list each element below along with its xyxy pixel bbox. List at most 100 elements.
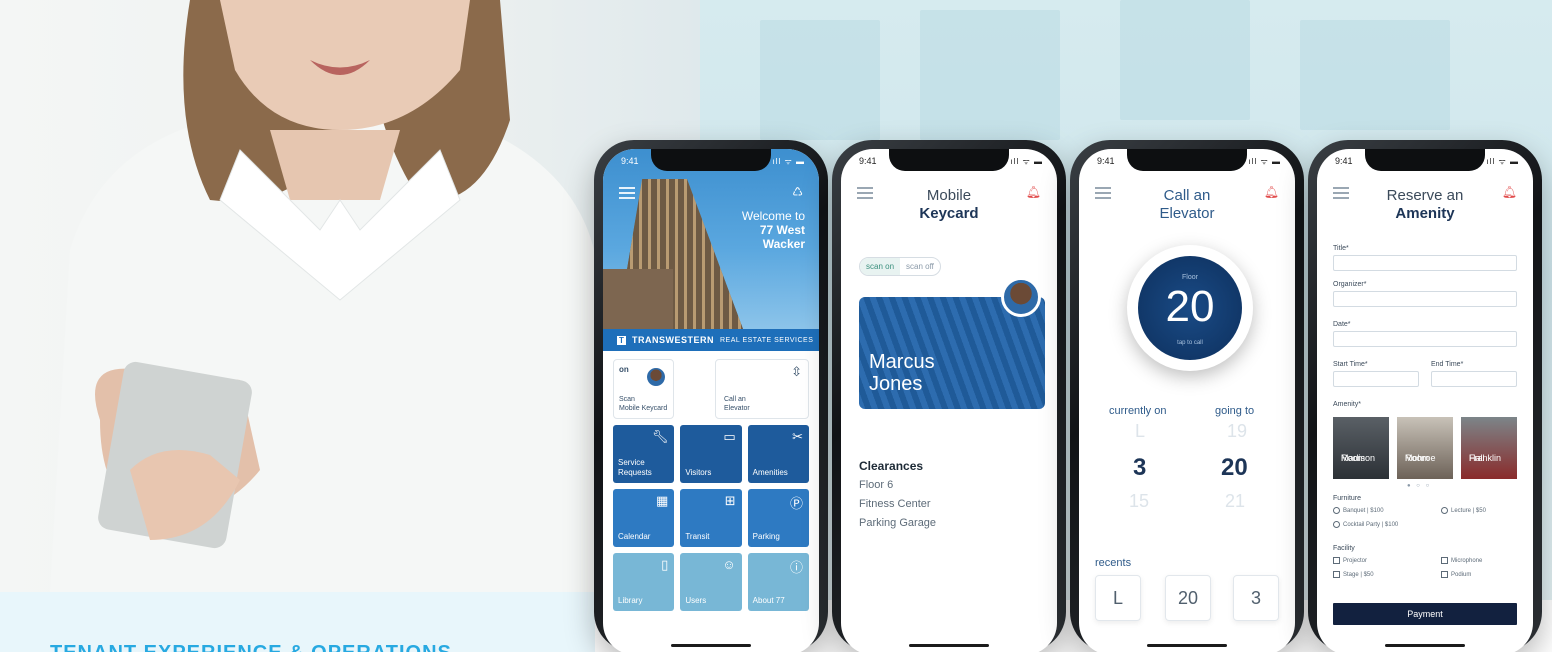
avatar xyxy=(1001,277,1041,317)
going-to-heading: going to xyxy=(1215,405,1255,417)
facility-label: Facility xyxy=(1333,545,1355,552)
welcome-text: Welcome to 77 West Wacker xyxy=(742,209,805,251)
status-icons: ıll ᯤ ▬ xyxy=(1248,157,1281,166)
facility-option[interactable]: Stage | $50 xyxy=(1333,571,1374,578)
tile-amenities[interactable]: ✂ Amenities xyxy=(747,425,809,483)
going-next[interactable]: 21 xyxy=(1225,491,1245,512)
call-elevator-button[interactable]: Floor 20 tap to call xyxy=(1127,245,1253,371)
home-indicator xyxy=(909,644,989,647)
furniture-label: Furniture xyxy=(1333,495,1362,502)
wrench-icon: 🔧︎ xyxy=(651,429,669,444)
recents-label: recents xyxy=(1095,557,1132,569)
book-icon: ▯ xyxy=(661,557,669,572)
tile-service-requests[interactable]: 🔧︎ Service Requests xyxy=(613,425,675,483)
page: TENANT EXPERIENCE & OPERATIONS 9:41 ıll … xyxy=(0,0,1552,652)
page-title: Reserve an Amenity xyxy=(1386,187,1464,222)
tile-parking[interactable]: Ⓟ Parking xyxy=(747,489,809,547)
furniture-option[interactable]: Lecture | $50 xyxy=(1441,507,1486,514)
furniture-option[interactable]: Cocktail Party | $100 xyxy=(1333,521,1398,528)
radio-icon xyxy=(1333,521,1340,528)
scan-off-option[interactable]: scan off xyxy=(900,258,940,275)
going-prev[interactable]: 19 xyxy=(1227,421,1247,442)
recent-floor-button[interactable]: 20 xyxy=(1165,575,1211,621)
clearance-item: Parking Garage xyxy=(859,517,937,529)
call-label-1: Call an xyxy=(723,396,746,403)
phone-elevator: 9:41 ıll ᯤ ▬ 🔔︎ Call an Elevator Floor 2… xyxy=(1070,140,1304,652)
tile-about[interactable]: ⓘ About 77 xyxy=(747,553,809,611)
date-input[interactable] xyxy=(1333,331,1517,347)
call-label-2: Elevator xyxy=(723,405,750,412)
scan-state: on xyxy=(619,365,629,374)
carousel-dots[interactable]: ● ○ ○ xyxy=(1407,483,1431,489)
clearances-title: Clearances xyxy=(859,459,924,473)
phone-reserve-screen: 9:41 ıll ᯤ ▬ 🔔︎ Reserve an Amenity Title… xyxy=(1317,149,1533,652)
checkbox-icon xyxy=(1441,557,1448,564)
tagline: TENANT EXPERIENCE & OPERATIONS xyxy=(50,642,452,652)
floor-label: Floor xyxy=(1182,274,1198,281)
organizer-input[interactable] xyxy=(1333,291,1517,307)
current-floor[interactable]: 3 xyxy=(1133,454,1146,482)
phone-home: 9:41 ıll ᯤ ▬ ♺ Welcome to 77 West Wacker… xyxy=(594,140,828,652)
scan-keycard-tile[interactable]: on Scan Mobile Keycard xyxy=(613,359,675,419)
tile-transit[interactable]: ⊞ Transit xyxy=(680,489,742,547)
tile-calendar[interactable]: ▦ Calendar xyxy=(613,489,675,547)
id-card-icon: ▭ xyxy=(723,429,736,444)
clearance-item: Fitness Center xyxy=(859,498,931,510)
title-input[interactable] xyxy=(1333,255,1517,271)
status-time: 9:41 xyxy=(621,156,639,166)
going-floor[interactable]: 20 xyxy=(1221,454,1248,482)
page-title: Call an Elevator xyxy=(1159,187,1215,222)
amenity-option[interactable]: Franklin Hall xyxy=(1461,417,1517,479)
recent-floor-button[interactable]: L xyxy=(1095,575,1141,621)
home-indicator xyxy=(1385,644,1465,647)
end-time-input[interactable] xyxy=(1431,371,1517,387)
call-elevator-tile[interactable]: ⇳ Call an Elevator xyxy=(714,359,809,419)
checkbox-icon xyxy=(1333,557,1340,564)
facility-option[interactable]: Podium xyxy=(1441,571,1471,578)
current-prev[interactable]: L xyxy=(1135,421,1145,442)
notification-icon[interactable]: ♺ xyxy=(792,185,803,199)
amenity-label: Amenity* xyxy=(1333,401,1362,408)
brand-subtitle: REAL ESTATE SERVICES xyxy=(720,336,814,344)
tap-to-call-label: tap to call xyxy=(1177,340,1203,346)
facility-option[interactable]: Microphone xyxy=(1441,557,1482,564)
welcome-line-1: Welcome to xyxy=(741,209,805,223)
facility-option[interactable]: Projector xyxy=(1333,557,1367,564)
radio-icon xyxy=(1441,507,1448,514)
current-next[interactable]: 15 xyxy=(1129,491,1149,512)
start-time-input[interactable] xyxy=(1333,371,1419,387)
phone-elevator-screen: 9:41 ıll ᯤ ▬ 🔔︎ Call an Elevator Floor 2… xyxy=(1079,149,1295,652)
recent-floor-button[interactable]: 3 xyxy=(1233,575,1279,621)
tile-users[interactable]: ☺ Users xyxy=(680,553,742,611)
scan-label-2: Mobile Keycard xyxy=(619,405,668,412)
cardholder-name: Marcus Jones xyxy=(869,351,935,395)
scan-label-1: Scan xyxy=(619,396,635,403)
amenity-option[interactable]: Mohroe Room xyxy=(1397,417,1453,479)
status-icons: ıll ᯤ ▬ xyxy=(1010,157,1043,166)
page-title: Mobile Keycard xyxy=(919,187,979,222)
brand-name: TRANSWESTERN xyxy=(632,335,714,345)
payment-button[interactable]: Payment xyxy=(1333,603,1517,625)
tile-library[interactable]: ▯ Library xyxy=(613,553,675,611)
title-field-label: Title* xyxy=(1333,245,1349,252)
scan-on-option[interactable]: scan on xyxy=(860,258,901,275)
status-icons: ıll ᯤ ▬ xyxy=(772,157,805,166)
currently-on-heading: currently on xyxy=(1109,405,1167,417)
menu-icon[interactable] xyxy=(619,187,635,199)
furniture-option[interactable]: Banquet | $100 xyxy=(1333,507,1384,514)
checkbox-icon xyxy=(1333,571,1340,578)
scan-toggle[interactable]: scan on scan off xyxy=(859,257,941,276)
avatar xyxy=(645,366,668,388)
status-time: 9:41 xyxy=(1097,156,1115,166)
calendar-icon: ▦ xyxy=(656,493,669,508)
bus-icon: ⊞ xyxy=(724,493,736,508)
organizer-field-label: Organizer* xyxy=(1333,281,1367,288)
phone-reserve: 9:41 ıll ᯤ ▬ 🔔︎ Reserve an Amenity Title… xyxy=(1308,140,1542,652)
tile-visitors[interactable]: ▭ Visitors xyxy=(680,425,742,483)
home-indicator xyxy=(1147,644,1227,647)
amenity-option[interactable]: Madison Room xyxy=(1333,417,1389,479)
start-time-label: Start Time* xyxy=(1333,361,1368,368)
status-time: 9:41 xyxy=(1335,156,1353,166)
parking-icon: Ⓟ xyxy=(789,496,803,511)
status-time: 9:41 xyxy=(859,156,877,166)
